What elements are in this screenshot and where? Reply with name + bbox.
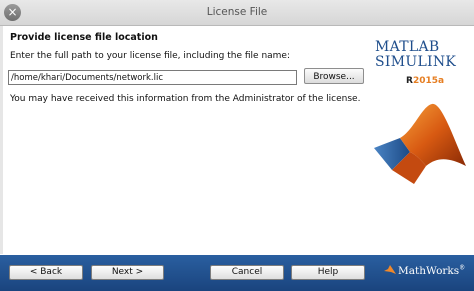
page-heading: Provide license file location (10, 32, 158, 43)
release-prefix: R (406, 76, 413, 86)
release-label: R2015a (406, 76, 444, 86)
matlab-simulink-logo: MATLAB SIMULINK (375, 40, 470, 69)
cancel-button[interactable]: Cancel (210, 265, 284, 280)
instruction-text: Enter the full path to your license file… (10, 51, 291, 61)
title-bar: × License File (0, 0, 474, 26)
left-edge (0, 26, 3, 254)
matlab-membrane-icon (374, 103, 466, 184)
vendor-mark: ® (459, 264, 466, 272)
window-title: License File (206, 6, 268, 18)
info-text: You may have received this information f… (10, 94, 361, 104)
license-path-input[interactable] (8, 70, 297, 85)
browse-button[interactable]: Browse... (304, 68, 364, 84)
mathworks-membrane-icon (384, 265, 396, 274)
logo-matlab-text: MATLAB (375, 39, 440, 55)
back-button[interactable]: < Back (9, 265, 83, 280)
next-button[interactable]: Next > (91, 265, 164, 280)
mathworks-logo: MathWorks® (384, 264, 465, 277)
logo-simulink-text: SIMULINK (375, 54, 457, 70)
release-version: 2015a (412, 76, 445, 86)
vendor-name: MathWorks (398, 265, 460, 277)
help-button[interactable]: Help (291, 265, 365, 280)
